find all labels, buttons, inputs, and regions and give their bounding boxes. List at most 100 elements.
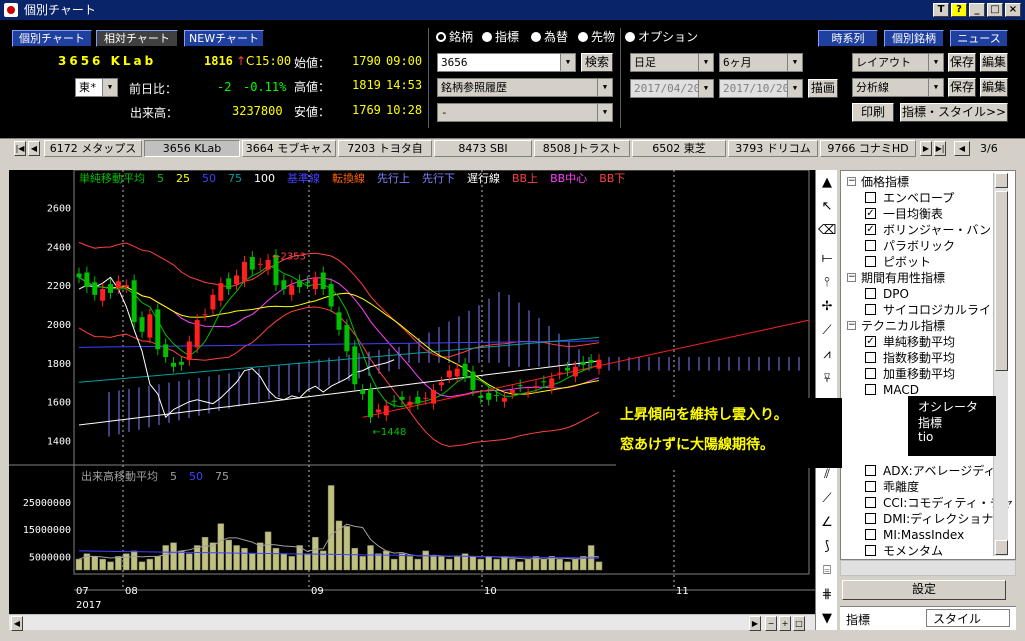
tab-stock[interactable]: 7203 トヨタ自 xyxy=(338,140,432,157)
tree-item[interactable]: サイコロジカルライン xyxy=(865,302,1003,318)
checkbox[interactable] xyxy=(865,288,876,299)
checkbox[interactable] xyxy=(865,240,876,251)
checkbox[interactable] xyxy=(865,529,876,540)
settings-line-icon[interactable]: ⋕ xyxy=(818,586,836,604)
tree-item[interactable]: ✓ 単純移動平均 xyxy=(865,334,955,350)
date-to-input[interactable]: 2017/10/20 ▼ xyxy=(719,79,803,98)
cursor-icon[interactable]: ↖ xyxy=(818,198,836,216)
tree-item[interactable]: − 価格指標 xyxy=(847,174,909,190)
checkbox[interactable] xyxy=(865,545,876,556)
span-select[interactable]: 6ヶ月 ▼ xyxy=(719,53,803,72)
radio-stock[interactable]: 銘柄 xyxy=(436,28,473,45)
market-select[interactable]: 東* ▼ xyxy=(75,78,118,97)
checkbox[interactable] xyxy=(865,368,876,379)
save-analysis-button[interactable]: 保存 xyxy=(948,78,976,97)
tree-item[interactable]: モメンタム xyxy=(865,543,943,559)
minimize-icon[interactable]: _ xyxy=(969,3,985,17)
wave-icon[interactable]: ⟆ xyxy=(818,538,836,556)
checkbox[interactable] xyxy=(865,497,876,508)
last-tab-icon[interactable]: ▶| xyxy=(934,141,946,156)
tab-stock[interactable]: 6172 メタップス xyxy=(44,140,142,157)
tab-stock[interactable]: 3664 モブキャス xyxy=(242,140,336,157)
tab-indicator[interactable]: 指標 xyxy=(846,611,870,628)
zoom-out-icon[interactable]: − xyxy=(765,616,777,631)
tree-item[interactable]: ADX:アベレージディレ xyxy=(865,463,1007,479)
channel-icon[interactable]: ⫽ xyxy=(818,466,836,484)
tree-hscroll[interactable] xyxy=(840,560,1016,576)
checkbox[interactable] xyxy=(865,384,876,395)
scroll-up-icon[interactable] xyxy=(995,173,1008,188)
help-icon[interactable]: ? xyxy=(951,3,967,17)
text-icon[interactable]: T xyxy=(933,3,949,17)
checkbox[interactable] xyxy=(865,465,876,476)
close-icon[interactable]: × xyxy=(1005,3,1021,17)
period-select[interactable]: 日足 ▼ xyxy=(630,53,714,72)
checkbox[interactable] xyxy=(865,513,876,524)
new-chart-button[interactable]: NEWチャート xyxy=(184,30,264,47)
vertical-line-icon[interactable]: ⫯ xyxy=(818,274,836,292)
checkbox[interactable] xyxy=(865,481,876,492)
chart-hscroll[interactable]: ◀ ▶ − + □ xyxy=(9,614,815,631)
scroll-right-icon[interactable]: ▶ xyxy=(749,616,761,631)
box-icon[interactable]: ⌸ xyxy=(818,562,836,580)
news-button[interactable]: ニュース xyxy=(950,30,1008,47)
radio-options[interactable]: オプション xyxy=(625,28,698,45)
tree-item[interactable]: ✓ 一目均衡表 xyxy=(865,206,943,222)
zoom-reset-icon[interactable]: □ xyxy=(793,616,805,631)
date-from-input[interactable]: 2017/04/20 ▼ xyxy=(630,79,714,98)
relative-chart-button[interactable]: 相対チャート xyxy=(96,30,178,47)
tree-item[interactable]: 乖離度 xyxy=(865,479,919,495)
tree-item[interactable]: MI:MassIndex xyxy=(865,527,964,543)
scroll-down-icon[interactable]: ▼ xyxy=(818,610,836,628)
tab-style[interactable]: スタイル xyxy=(926,609,1010,627)
fibonacci-icon[interactable]: ⍫ xyxy=(818,370,836,388)
checkbox[interactable]: ✓ xyxy=(865,208,876,219)
zoom-in-icon[interactable]: + xyxy=(779,616,791,631)
scroll-down-icon[interactable] xyxy=(995,540,1008,555)
trend-line-icon[interactable]: ⟋ xyxy=(818,322,836,340)
scroll-up-icon[interactable]: ▲ xyxy=(818,174,836,192)
scroll-left-icon[interactable]: ◀ xyxy=(11,616,23,631)
collapse-icon[interactable]: − xyxy=(847,177,856,186)
cross-line-icon[interactable]: ✢ xyxy=(818,298,836,316)
checkbox[interactable] xyxy=(865,304,876,315)
collapse-icon[interactable]: − xyxy=(847,321,856,330)
horizontal-line-icon[interactable]: ⟝ xyxy=(818,250,836,268)
tree-item[interactable]: DMI:ディレクショナル xyxy=(865,511,1005,527)
edit-analysis-button[interactable]: 編集 xyxy=(980,78,1008,97)
fan-line-icon[interactable]: ⩘ xyxy=(818,346,836,364)
timeseries-button[interactable]: 時系列 xyxy=(818,30,878,47)
checkbox[interactable] xyxy=(865,352,876,363)
print-button[interactable]: 印刷 xyxy=(852,103,894,122)
maximize-icon[interactable]: □ xyxy=(987,3,1003,17)
first-tab-icon[interactable]: |◀ xyxy=(14,141,26,156)
radio-fx[interactable]: 為替 xyxy=(531,28,568,45)
radio-indicator[interactable]: 指標 xyxy=(482,28,519,45)
checkbox[interactable] xyxy=(865,256,876,267)
tab-stock[interactable]: 3793 ドリコム xyxy=(728,140,818,157)
checkbox[interactable] xyxy=(865,192,876,203)
indicator-style-button[interactable]: 指標・スタイル>> xyxy=(900,103,1008,122)
tab-stock[interactable]: 9766 コナミHD xyxy=(820,140,916,157)
angle-icon[interactable]: ∠ xyxy=(818,514,836,532)
code-input[interactable]: 3656 ▼ xyxy=(437,53,576,72)
tree-item[interactable]: − テクニカル指標 xyxy=(847,318,945,334)
collapse-icon[interactable]: − xyxy=(847,273,856,282)
tree-item[interactable]: 指数移動平均 xyxy=(865,350,955,366)
analysis-select[interactable]: 分析線 ▼ xyxy=(852,78,944,97)
checkbox[interactable]: ✓ xyxy=(865,336,876,347)
settings-button[interactable]: 設定 xyxy=(842,580,1006,600)
tree-item[interactable]: − 期間有用性指標 xyxy=(847,270,945,286)
history-select[interactable]: 銘柄参照履歴 ▼ xyxy=(437,78,613,97)
prev-tab-icon[interactable]: ◀ xyxy=(28,141,40,156)
tree-item[interactable]: ✓ ボリンジャー・バンド xyxy=(865,222,1003,238)
tree-item[interactable]: エンベロープ xyxy=(865,190,954,206)
tree-item[interactable]: CCI:コモディティ・チャ xyxy=(865,495,1014,511)
next-tab-icon[interactable]: ▶ xyxy=(920,141,932,156)
indicator-scrollbar[interactable] xyxy=(993,173,1008,556)
tree-item[interactable]: 加重移動平均 xyxy=(865,366,955,382)
tree-item[interactable]: パラボリック xyxy=(865,238,955,254)
eraser-icon[interactable]: ⌫ xyxy=(818,222,836,240)
save-layout-button[interactable]: 保存 xyxy=(948,53,976,72)
tab-stock[interactable]: 8508 Jトラスト xyxy=(534,140,630,157)
